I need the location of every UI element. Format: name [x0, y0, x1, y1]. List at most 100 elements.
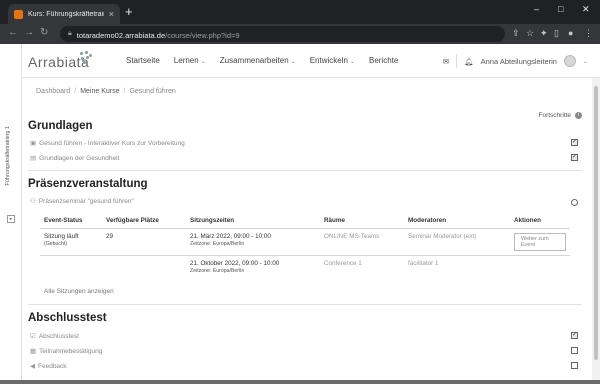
course-drawer: Führungskräftetraining 1 ▸	[0, 44, 22, 384]
header-user-area: ✉ 🔔︎ Anna Abteilungsleiterin ⌄	[443, 54, 588, 68]
logo-dots-icon	[78, 51, 92, 65]
menu-item-lernen[interactable]: Lernen ⌄	[174, 56, 206, 65]
messages-icon[interactable]: ✉	[443, 57, 449, 66]
table-row: Sitzung läuft (Gebucht) 29 21. März 2022…	[40, 227, 570, 255]
progress-label: Fortschritte	[538, 112, 571, 119]
breadcrumb: Dashboard / Meine Kurse / Gesund führen	[36, 88, 176, 95]
completion-checkbox[interactable]: ✓	[571, 332, 578, 339]
url-path: /course/view.php?id=9	[165, 31, 240, 40]
completion-checkbox[interactable]: ✓	[571, 154, 578, 161]
chevron-down-icon: ⌄	[290, 59, 296, 65]
forward-icon[interactable]: →	[24, 27, 34, 38]
menu-item-zusammenarbeiten[interactable]: Zusammenarbeiten ⌄	[220, 56, 296, 65]
session-actions: Weiter zum Event	[510, 227, 570, 255]
browser-tab[interactable]: Kurs: Führungskräftetraining 1 ×	[8, 4, 120, 24]
session-time: 21. März 2022, 09:00 - 10:00 Zeitzone: E…	[186, 227, 320, 255]
completion-circle[interactable]	[571, 199, 578, 206]
breadcrumb-my-courses[interactable]: Meine Kurse	[80, 88, 119, 95]
favicon-icon	[14, 9, 23, 19]
browser-tab-bar: Kurs: Führungskräftetraining 1 × + – □ ✕	[0, 0, 600, 24]
col-header: Räume	[324, 217, 345, 225]
session-moderator: Seminar Moderator (ext)	[404, 227, 510, 255]
activity-interactive-course[interactable]: ▣ Gesund führen - Interaktiver Kurs zur …	[30, 139, 185, 148]
sessions-table: Event-Status Verfügbare Plätze Sitzungsz…	[40, 214, 570, 278]
menu-item-startseite[interactable]: Startseite	[126, 56, 160, 65]
col-header: Aktionen	[514, 217, 541, 225]
page-scrollbar[interactable]	[592, 78, 600, 384]
user-name[interactable]: Anna Abteilungsleiterin	[481, 57, 557, 66]
url-host: totarademo02.arrabiata.de	[76, 31, 166, 40]
address-bar[interactable]: 🔒︎ totarademo02.arrabiata.de/course/view…	[60, 26, 505, 42]
site-header: Arrabiata Startseite Lernen ⌄ Zusammenarb…	[22, 44, 600, 78]
lock-icon: 🔒︎	[68, 30, 72, 37]
completion-checkbox[interactable]: ✓	[571, 139, 578, 146]
notifications-icon[interactable]: 🔔︎	[464, 57, 474, 66]
browser-toolbar: ← → ↻ 🔒︎ totarademo02.arrabiata.de/cours…	[0, 24, 600, 44]
session-time: 21. Oktober 2022, 09:00 - 10:00 Zeitzone…	[186, 254, 320, 278]
section-title-praesenz: Präsenzveranstaltung	[28, 178, 148, 190]
megaphone-icon: ◀	[30, 363, 35, 370]
table-row: 21. Oktober 2022, 09:00 - 10:00 Zeitzone…	[40, 254, 570, 278]
chevron-down-icon: ⌄	[349, 59, 355, 65]
activity-teilnahmebestaetigung[interactable]: ▦ Teilnahmebestätigung	[30, 347, 102, 356]
menu-item-entwickeln[interactable]: Entwickeln ⌄	[310, 56, 355, 65]
go-to-event-button[interactable]: Weiter zum Event	[514, 232, 566, 251]
main-menu: Startseite Lernen ⌄ Zusammenarbeiten ⌄ Ent…	[126, 56, 398, 65]
tab-title: Kurs: Führungskräftetraining 1	[28, 10, 104, 18]
browser-menu-icon[interactable]: ⋮	[584, 28, 593, 39]
course-content: Dashboard / Meine Kurse / Gesund führen …	[22, 78, 600, 384]
sidepanel-icon[interactable]: ▯	[554, 28, 559, 39]
info-icon[interactable]: i	[575, 112, 582, 119]
extensions-icon[interactable]: ✦	[540, 28, 548, 39]
show-all-sessions-link[interactable]: Alle Sitzungen anzeigen	[44, 288, 114, 295]
activity-grundlagen-gesundheit[interactable]: ▤ Grundlagen der Gesundheit	[30, 154, 119, 163]
window-minimize-button[interactable]: –	[534, 4, 539, 14]
share-icon[interactable]: ⇪	[512, 28, 520, 39]
breadcrumb-dashboard[interactable]: Dashboard	[36, 88, 70, 95]
activity-abschlusstest[interactable]: ☑ Abschlusstest	[30, 332, 79, 341]
completion-checkbox[interactable]	[571, 362, 578, 369]
col-header: Sitzungszeiten	[190, 217, 235, 225]
menu-item-berichte[interactable]: Berichte	[369, 56, 398, 65]
back-icon[interactable]: ←	[8, 27, 18, 38]
avatar[interactable]	[563, 55, 576, 67]
people-icon: ⚇	[30, 198, 36, 205]
activity-feedback[interactable]: ◀ Feedback	[30, 362, 67, 371]
event-status: Sitzung läuft (Gebucht)	[40, 227, 102, 255]
table-header-row: Event-Status Verfügbare Plätze Sitzungsz…	[40, 214, 570, 228]
reload-icon[interactable]: ↻	[40, 27, 48, 38]
new-tab-button[interactable]: +	[125, 5, 133, 18]
window-maximize-button[interactable]: □	[558, 4, 563, 14]
activity-seminar[interactable]: ⚇ Präsenzseminar "gesund führen"	[30, 197, 134, 206]
window-frame-edge	[0, 380, 600, 384]
certificate-icon: ▦	[30, 348, 37, 355]
section-divider	[28, 170, 582, 171]
course-drawer-label[interactable]: Führungskräftetraining 1	[5, 126, 11, 186]
tab-close-icon[interactable]: ×	[109, 9, 114, 19]
section-title-abschluss: Abschlusstest	[28, 312, 107, 324]
chevron-down-icon[interactable]: ⌄	[583, 58, 588, 65]
session-room: Conference 1	[320, 254, 404, 278]
drawer-toggle-button[interactable]: ▸	[7, 215, 15, 223]
chevron-down-icon: ⌄	[200, 59, 206, 65]
scrollbar-thumb[interactable]	[594, 86, 598, 360]
breadcrumb-current-course[interactable]: Gesund führen	[129, 88, 175, 95]
completion-checkbox[interactable]	[571, 347, 578, 354]
header-divider	[456, 54, 458, 68]
package-icon: ▣	[30, 140, 37, 147]
available-places: 29	[102, 227, 186, 255]
seminar-sessions: Event-Status Verfügbare Plätze Sitzungsz…	[40, 214, 580, 304]
col-header: Verfügbare Plätze	[106, 217, 159, 225]
session-room: ONLINE MS-Teams	[320, 227, 404, 255]
col-header: Event-Status	[44, 217, 83, 225]
session-moderator: facilitator 1	[404, 254, 510, 278]
section-title-grundlagen: Grundlagen	[28, 120, 93, 132]
quiz-icon: ☑	[30, 333, 36, 340]
document-icon: ▤	[30, 155, 37, 162]
progress-header: Fortschritte i	[538, 112, 582, 119]
window-close-button[interactable]: ✕	[582, 4, 590, 15]
profile-icon[interactable]: ●	[568, 28, 573, 38]
bookmark-star-icon[interactable]: ☆	[526, 28, 534, 39]
section-divider	[28, 304, 582, 305]
col-header: Moderatoren	[408, 217, 447, 225]
